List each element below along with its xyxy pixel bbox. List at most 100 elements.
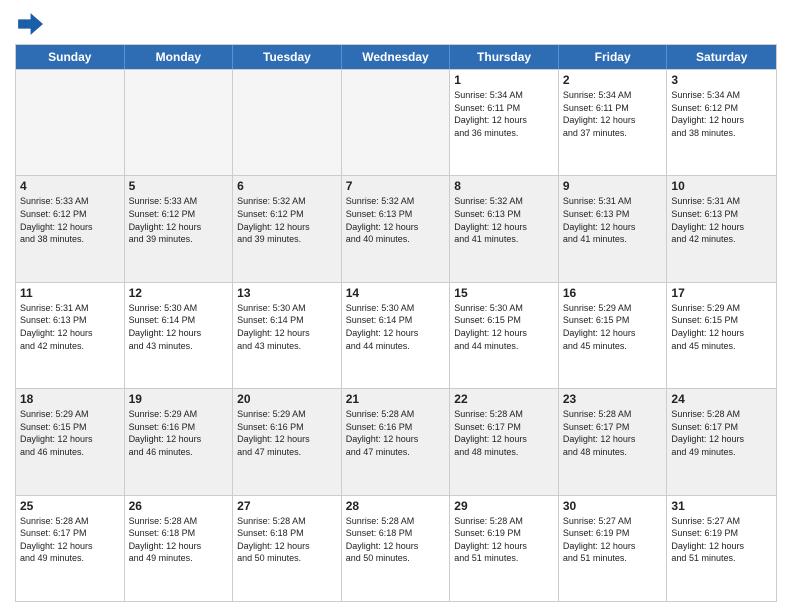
calendar-cell: 22Sunrise: 5:28 AM Sunset: 6:17 PM Dayli… — [450, 389, 559, 494]
calendar-cell: 19 Sunrise: 5:29 AM Sunset: 6:16 PM Dayli… — [125, 389, 234, 494]
calendar-cell: 20 Sunrise: 5:29 AM Sunset: 6:16 PM Dayli… — [233, 389, 342, 494]
cell-info: Sunrise: 5:33 AM Sunset: 6:12 PM Dayligh… — [20, 195, 120, 245]
calendar-header: SundayMondayTuesdayWednesdayThursdayFrid… — [16, 45, 776, 69]
cell-info: Sunrise: 5:28 AM Sunset: 6:18 PM Dayligh… — [346, 515, 446, 565]
cell-info: Sunrise: 5:32 AM Sunset: 6:13 PM Dayligh… — [454, 195, 554, 245]
cell-info: Sunrise: 5:28 AM Sunset: 6:17 PM Dayligh… — [563, 408, 663, 458]
calendar-cell: 30 Sunrise: 5:27 AM Sunset: 6:19 PM Dayli… — [559, 496, 668, 601]
day-number: 16 — [563, 286, 663, 300]
day-number: 31 — [671, 499, 772, 513]
calendar-row-4: 18 Sunrise: 5:29 AM Sunset: 6:15 PM Dayli… — [16, 388, 776, 494]
cell-info: Sunrise: 5:30 AM Sunset: 6:15 PM Dayligh… — [454, 302, 554, 352]
day-number: 20 — [237, 392, 337, 406]
cell-info: Sunrise: 5:28 AM Sunset: 6:18 PM Dayligh… — [237, 515, 337, 565]
cell-info: Sunrise: 5:31 AM Sunset: 6:13 PM Dayligh… — [671, 195, 772, 245]
day-header-wednesday: Wednesday — [342, 45, 451, 69]
day-number: 1 — [454, 73, 554, 87]
calendar: SundayMondayTuesdayWednesdayThursdayFrid… — [15, 44, 777, 602]
day-number: 21 — [346, 392, 446, 406]
day-number: 7 — [346, 179, 446, 193]
calendar-cell: 28 Sunrise: 5:28 AM Sunset: 6:18 PM Dayli… — [342, 496, 451, 601]
cell-info: Sunrise: 5:29 AM Sunset: 6:16 PM Dayligh… — [237, 408, 337, 458]
day-number: 2 — [563, 73, 663, 87]
calendar-cell: 27 Sunrise: 5:28 AM Sunset: 6:18 PM Dayli… — [233, 496, 342, 601]
cell-info: Sunrise: 5:31 AM Sunset: 6:13 PM Dayligh… — [563, 195, 663, 245]
day-number: 25 — [20, 499, 120, 513]
day-number: 13 — [237, 286, 337, 300]
day-header-sunday: Sunday — [16, 45, 125, 69]
calendar-cell: 5Sunrise: 5:33 AM Sunset: 6:12 PM Daylig… — [125, 176, 234, 281]
day-number: 9 — [563, 179, 663, 193]
cell-info: Sunrise: 5:27 AM Sunset: 6:19 PM Dayligh… — [563, 515, 663, 565]
day-number: 10 — [671, 179, 772, 193]
calendar-cell: 6 Sunrise: 5:32 AM Sunset: 6:12 PM Daylig… — [233, 176, 342, 281]
calendar-cell: 17 Sunrise: 5:29 AM Sunset: 6:15 PM Dayli… — [667, 283, 776, 388]
calendar-cell: 26 Sunrise: 5:28 AM Sunset: 6:18 PM Dayli… — [125, 496, 234, 601]
cell-info: Sunrise: 5:32 AM Sunset: 6:13 PM Dayligh… — [346, 195, 446, 245]
calendar-cell — [16, 70, 125, 175]
day-header-tuesday: Tuesday — [233, 45, 342, 69]
day-number: 12 — [129, 286, 229, 300]
calendar-cell: 2 Sunrise: 5:34 AM Sunset: 6:11 PM Daylig… — [559, 70, 668, 175]
cell-info: Sunrise: 5:29 AM Sunset: 6:16 PM Dayligh… — [129, 408, 229, 458]
calendar-cell — [342, 70, 451, 175]
day-number: 26 — [129, 499, 229, 513]
cell-info: Sunrise: 5:34 AM Sunset: 6:12 PM Dayligh… — [671, 89, 772, 139]
calendar-cell: 15 Sunrise: 5:30 AM Sunset: 6:15 PM Dayli… — [450, 283, 559, 388]
cell-info: Sunrise: 5:28 AM Sunset: 6:17 PM Dayligh… — [454, 408, 554, 458]
cell-info: Sunrise: 5:34 AM Sunset: 6:11 PM Dayligh… — [563, 89, 663, 139]
cell-info: Sunrise: 5:28 AM Sunset: 6:18 PM Dayligh… — [129, 515, 229, 565]
day-number: 3 — [671, 73, 772, 87]
day-number: 30 — [563, 499, 663, 513]
day-number: 5 — [129, 179, 229, 193]
calendar-cell: 21Sunrise: 5:28 AM Sunset: 6:16 PM Dayli… — [342, 389, 451, 494]
day-number: 23 — [563, 392, 663, 406]
calendar-cell: 12 Sunrise: 5:30 AM Sunset: 6:14 PM Dayli… — [125, 283, 234, 388]
calendar-cell — [125, 70, 234, 175]
cell-info: Sunrise: 5:28 AM Sunset: 6:17 PM Dayligh… — [20, 515, 120, 565]
day-number: 4 — [20, 179, 120, 193]
calendar-cell: 8 Sunrise: 5:32 AM Sunset: 6:13 PM Daylig… — [450, 176, 559, 281]
calendar-cell: 3 Sunrise: 5:34 AM Sunset: 6:12 PM Daylig… — [667, 70, 776, 175]
calendar-body: 1 Sunrise: 5:34 AM Sunset: 6:11 PM Daylig… — [16, 69, 776, 601]
cell-info: Sunrise: 5:28 AM Sunset: 6:17 PM Dayligh… — [671, 408, 772, 458]
day-header-saturday: Saturday — [667, 45, 776, 69]
day-number: 29 — [454, 499, 554, 513]
calendar-cell: 16Sunrise: 5:29 AM Sunset: 6:15 PM Dayli… — [559, 283, 668, 388]
calendar-row-1: 1 Sunrise: 5:34 AM Sunset: 6:11 PM Daylig… — [16, 69, 776, 175]
calendar-cell: 1 Sunrise: 5:34 AM Sunset: 6:11 PM Daylig… — [450, 70, 559, 175]
calendar-cell: 13 Sunrise: 5:30 AM Sunset: 6:14 PM Dayli… — [233, 283, 342, 388]
logo-icon — [15, 10, 43, 38]
day-number: 11 — [20, 286, 120, 300]
day-number: 27 — [237, 499, 337, 513]
cell-info: Sunrise: 5:32 AM Sunset: 6:12 PM Dayligh… — [237, 195, 337, 245]
calendar-cell: 25 Sunrise: 5:28 AM Sunset: 6:17 PM Dayli… — [16, 496, 125, 601]
day-number: 18 — [20, 392, 120, 406]
day-number: 8 — [454, 179, 554, 193]
day-header-thursday: Thursday — [450, 45, 559, 69]
calendar-cell: 4 Sunrise: 5:33 AM Sunset: 6:12 PM Daylig… — [16, 176, 125, 281]
calendar-cell: 31Sunrise: 5:27 AM Sunset: 6:19 PM Dayli… — [667, 496, 776, 601]
calendar-row-3: 11 Sunrise: 5:31 AM Sunset: 6:13 PM Dayli… — [16, 282, 776, 388]
cell-info: Sunrise: 5:30 AM Sunset: 6:14 PM Dayligh… — [346, 302, 446, 352]
calendar-row-2: 4 Sunrise: 5:33 AM Sunset: 6:12 PM Daylig… — [16, 175, 776, 281]
day-header-monday: Monday — [125, 45, 234, 69]
calendar-cell: 10 Sunrise: 5:31 AM Sunset: 6:13 PM Dayli… — [667, 176, 776, 281]
cell-info: Sunrise: 5:29 AM Sunset: 6:15 PM Dayligh… — [20, 408, 120, 458]
calendar-row-5: 25 Sunrise: 5:28 AM Sunset: 6:17 PM Dayli… — [16, 495, 776, 601]
cell-info: Sunrise: 5:30 AM Sunset: 6:14 PM Dayligh… — [129, 302, 229, 352]
day-number: 14 — [346, 286, 446, 300]
day-number: 6 — [237, 179, 337, 193]
day-number: 17 — [671, 286, 772, 300]
day-number: 19 — [129, 392, 229, 406]
day-number: 15 — [454, 286, 554, 300]
calendar-cell: 9 Sunrise: 5:31 AM Sunset: 6:13 PM Daylig… — [559, 176, 668, 281]
day-number: 28 — [346, 499, 446, 513]
logo — [15, 10, 47, 38]
header — [15, 10, 777, 38]
cell-info: Sunrise: 5:34 AM Sunset: 6:11 PM Dayligh… — [454, 89, 554, 139]
calendar-cell — [233, 70, 342, 175]
cell-info: Sunrise: 5:30 AM Sunset: 6:14 PM Dayligh… — [237, 302, 337, 352]
cell-info: Sunrise: 5:29 AM Sunset: 6:15 PM Dayligh… — [671, 302, 772, 352]
cell-info: Sunrise: 5:31 AM Sunset: 6:13 PM Dayligh… — [20, 302, 120, 352]
